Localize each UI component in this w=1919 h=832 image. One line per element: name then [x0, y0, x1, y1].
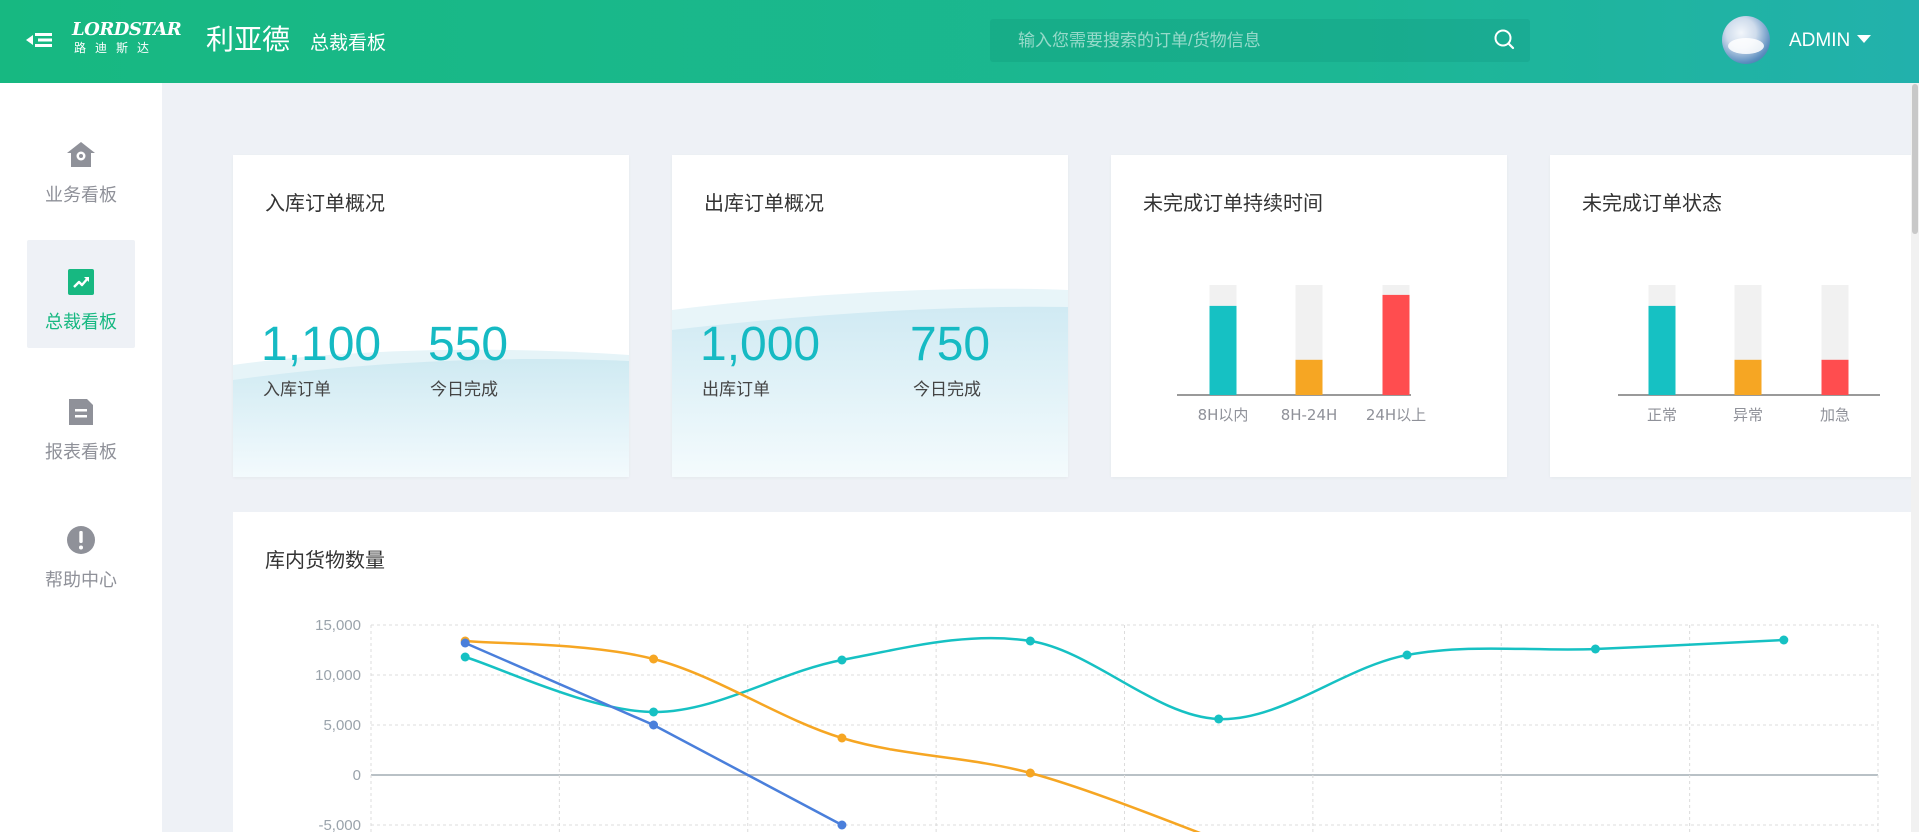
outbound-today-count: 750 — [910, 318, 991, 371]
data-point — [1779, 635, 1789, 645]
x-tick-label: 24H以上 — [1366, 406, 1426, 424]
bar — [1648, 305, 1676, 395]
outbound-order-count: 1,000 — [700, 318, 821, 371]
sidebar-item-label: 业务看板 — [45, 185, 117, 206]
pending-duration-chart: 8H以内 8H-24H 24H以上 — [1177, 285, 1426, 424]
data-point — [837, 733, 847, 743]
outbound-summary-card: 出库订单概况 1,000 出库订单 750 今日完成 — [672, 155, 1068, 477]
user-avatar[interactable] — [1722, 16, 1770, 64]
search-bar — [990, 19, 1530, 62]
data-point — [1025, 636, 1035, 646]
search-input[interactable] — [990, 19, 1470, 62]
username[interactable]: ADMIN — [1789, 29, 1850, 53]
scrollbar-thumb[interactable] — [1912, 84, 1918, 234]
sidebar-item-label: 帮助中心 — [45, 570, 117, 591]
x-tick-label: 异常 — [1733, 406, 1763, 424]
trend-chart-icon — [68, 269, 94, 295]
chevron-down-icon[interactable] — [1857, 35, 1871, 43]
data-point — [460, 638, 470, 648]
data-point — [1590, 644, 1600, 654]
sidebar-item-business[interactable]: 业务看板 — [27, 113, 135, 221]
data-point — [1214, 714, 1224, 724]
data-point — [1025, 768, 1035, 778]
report-icon — [69, 399, 93, 425]
bar — [1295, 359, 1323, 395]
bar — [1382, 294, 1410, 395]
inbound-today-label: 今日完成 — [430, 380, 498, 400]
sidebar-item-label: 报表看板 — [45, 442, 117, 463]
card-title: 出库订单概况 — [704, 191, 824, 215]
y-tick-label: 0 — [353, 767, 361, 784]
sidebar-item-help[interactable]: 帮助中心 — [27, 498, 135, 606]
stock-quantity-card: 库内货物数量 15,000 10,000 5,000 0 -5,000 — [233, 512, 1919, 832]
logo-text-cn: 路迪斯达 — [74, 41, 159, 55]
outbound-order-label: 出库订单 — [702, 380, 770, 400]
data-point — [837, 820, 847, 830]
data-point — [649, 707, 659, 717]
top-header: LORDSTAR 路迪斯达 利亚德 总裁看板 ADMIN — [0, 0, 1919, 83]
bar — [1821, 359, 1849, 395]
pending-duration-card: 未完成订单持续时间 8H以内 8H-24H 24H以上 — [1111, 155, 1507, 477]
y-tick-label: 10,000 — [315, 667, 361, 684]
sidebar-item-president[interactable]: 总裁看板 — [27, 240, 135, 348]
bar — [1209, 305, 1237, 395]
pending-status-card: 未完成订单状态 正常 异常 加急 — [1550, 155, 1919, 477]
x-tick-label: 正常 — [1647, 406, 1677, 424]
logo-text-en: LORDSTAR — [72, 19, 182, 40]
page-subtitle: 总裁看板 — [310, 32, 387, 54]
home-location-icon — [67, 142, 95, 167]
series-line — [464, 641, 843, 827]
data-point — [837, 655, 847, 665]
collapse-menu-icon[interactable] — [26, 28, 54, 52]
outbound-today-label: 今日完成 — [913, 380, 981, 400]
data-point — [1402, 650, 1412, 660]
data-point — [460, 652, 470, 662]
data-point — [649, 654, 659, 664]
help-icon — [67, 526, 95, 554]
y-tick-label: 15,000 — [315, 617, 361, 634]
y-tick-label: -5,000 — [318, 817, 361, 832]
sidebar-item-label: 总裁看板 — [45, 312, 117, 333]
inbound-today-count: 550 — [428, 318, 509, 371]
pending-status-chart: 正常 异常 加急 — [1618, 285, 1880, 424]
brand-name: 利亚德 — [206, 23, 291, 56]
inbound-summary-card: 入库订单概况 1,100 入库订单 550 今日完成 — [233, 155, 629, 477]
search-icon[interactable] — [1492, 27, 1518, 53]
card-title: 入库订单概况 — [265, 191, 385, 215]
x-tick-label: 加急 — [1820, 406, 1850, 424]
x-tick-label: 8H-24H — [1281, 406, 1338, 424]
bar — [1734, 359, 1762, 395]
sidebar: 业务看板 总裁看板 报表看板 帮助中心 — [0, 83, 162, 832]
company-logo[interactable]: LORDSTAR 路迪斯达 — [72, 19, 182, 58]
data-point — [649, 720, 659, 730]
inbound-order-count: 1,100 — [261, 318, 382, 371]
inbound-order-label: 入库订单 — [263, 380, 331, 400]
sidebar-item-report[interactable]: 报表看板 — [27, 370, 135, 478]
x-tick-label: 8H以内 — [1198, 406, 1249, 424]
y-tick-label: 5,000 — [323, 717, 361, 734]
stock-quantity-chart: 15,000 10,000 5,000 0 -5,000 — [315, 617, 1879, 832]
